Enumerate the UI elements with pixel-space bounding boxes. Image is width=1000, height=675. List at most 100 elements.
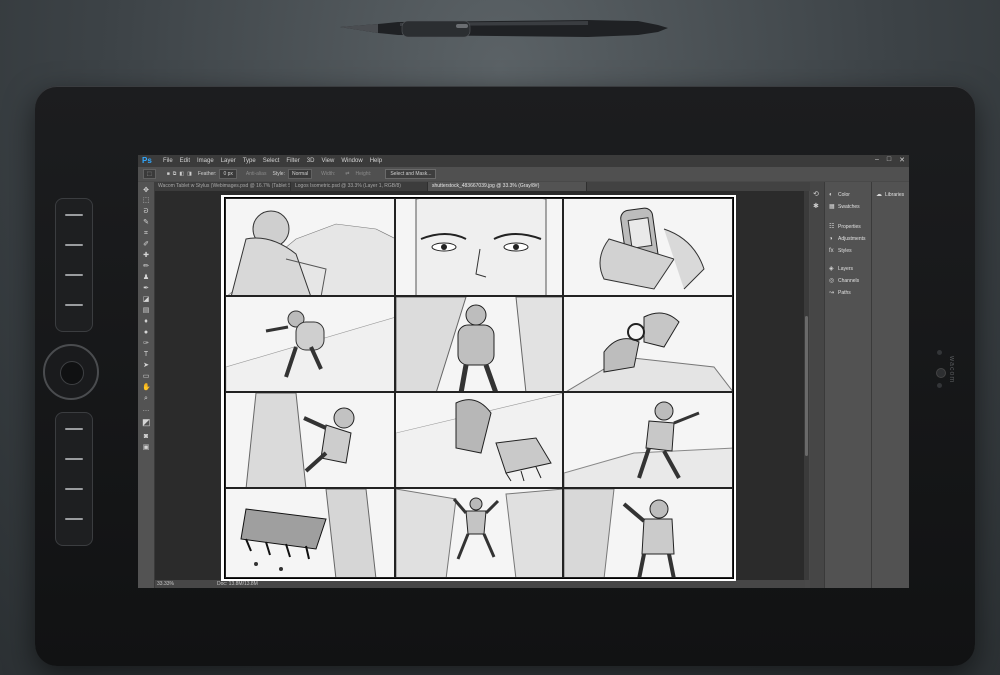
zoom-tool-icon[interactable]: ⌕ — [142, 395, 150, 402]
vertical-scrollbar[interactable] — [804, 191, 809, 580]
styles-icon: fx — [829, 247, 834, 254]
brand-label: wacom — [948, 356, 955, 384]
history-brush-tool-icon[interactable]: ✒ — [142, 285, 150, 292]
document-tabs: Wacom Tablet w Stylus (Webimages.psd @ 1… — [154, 182, 822, 191]
close-icon[interactable]: ✕ — [899, 156, 905, 164]
path-select-tool-icon[interactable]: ➤ — [142, 362, 150, 369]
select-and-mask-button[interactable]: Select and Mask... — [385, 169, 437, 179]
screen-mode-icon[interactable]: ▣ — [142, 444, 150, 451]
storyboard-panel — [395, 296, 563, 392]
eraser-tool-icon[interactable]: ◪ — [142, 296, 150, 303]
panel-channels[interactable]: ◎ Channels — [829, 278, 859, 285]
tab-document-2[interactable]: Logos Isometric.psd @ 33.3% (Layer 1, RG… — [291, 182, 428, 191]
options-bar: ⬚ ■ ⧉ ◧ ◨ Feather: 0 px Anti-alias Style… — [138, 167, 909, 181]
quick-mask-icon[interactable]: ◙ — [142, 433, 150, 440]
scrollbar-thumb[interactable] — [805, 316, 808, 456]
menu-window[interactable]: Window — [341, 158, 362, 164]
menu-edit[interactable]: Edit — [180, 158, 190, 164]
storyboard-panel — [563, 488, 733, 578]
storyboard-panel — [563, 296, 733, 392]
subtract-selection-icon[interactable]: ◧ — [179, 171, 184, 177]
feather-input[interactable]: 0 px — [219, 169, 237, 179]
storyboard-panel — [225, 392, 395, 488]
menu-3d[interactable]: 3D — [307, 158, 315, 164]
move-tool-icon[interactable]: ✥ — [142, 187, 150, 194]
intersect-selection-icon[interactable]: ◨ — [187, 171, 192, 177]
panel-dock-icons: ⟲ ✱ — [810, 182, 824, 588]
tool-preset-icon[interactable]: ⬚ — [143, 169, 156, 179]
panel-properties[interactable]: ☷ Properties — [829, 223, 861, 231]
height-label: Height: — [355, 171, 372, 177]
panel-group-right: ◐ Color ▦ Swatches ☷ Properties ◑ Adjustment… — [824, 182, 871, 588]
storyboard-panel — [395, 198, 563, 296]
antialias-checkbox[interactable]: Anti-alias — [246, 171, 267, 177]
gradient-tool-icon[interactable]: ▤ — [142, 307, 150, 314]
adjustments-icon: ◑ — [829, 235, 833, 242]
menu-bar: Ps File Edit Image Layer Type Select Fil… — [138, 155, 909, 167]
menu-help[interactable]: Help — [370, 158, 382, 164]
shape-tool-icon[interactable]: ▭ — [142, 373, 150, 380]
lasso-tool-icon[interactable]: ᘐ — [142, 208, 150, 215]
crop-tool-icon[interactable]: ⌗ — [142, 230, 150, 237]
panel-color[interactable]: ◐ Color — [829, 191, 850, 199]
brush-tool-icon[interactable]: ✏ — [142, 263, 150, 270]
indicator-dot — [937, 350, 942, 355]
storyboard-panel — [563, 198, 733, 296]
storyboard-panel — [563, 392, 733, 488]
menu-select[interactable]: Select — [263, 158, 280, 164]
zoom-level[interactable]: 33.33% — [157, 581, 213, 587]
color-swatches-icon[interactable]: ◩ — [142, 418, 151, 427]
history-icon[interactable]: ⟲ — [813, 190, 819, 198]
panel-paths[interactable]: ↝ Paths — [829, 289, 851, 297]
more-tools-icon[interactable]: … — [142, 406, 150, 413]
feather-label: Feather: — [197, 171, 217, 177]
swap-icon[interactable]: ⇄ — [345, 171, 349, 177]
clone-stamp-tool-icon[interactable]: ♟ — [142, 274, 150, 281]
panel-group-libraries: ☁ Libraries — [871, 182, 909, 588]
minimize-icon[interactable]: – — [875, 156, 879, 164]
storyboard-panel — [395, 488, 563, 578]
blur-tool-icon[interactable]: ♦ — [142, 318, 150, 325]
marquee-tool-icon[interactable]: ⬚ — [142, 197, 150, 204]
express-keys-top[interactable] — [55, 198, 93, 332]
tools-panel: ✥ ⬚ ᘐ ✎ ⌗ ✐ ✚ ✏ ♟ ✒ ◪ ▤ ♦ ● ✑ T ➤ ▭ ✋ ⌕ … — [138, 182, 155, 588]
eyedropper-tool-icon[interactable]: ✐ — [142, 241, 150, 248]
properties-icon: ☷ — [829, 223, 835, 230]
maximize-icon[interactable]: □ — [887, 156, 891, 164]
panel-styles[interactable]: fx Styles — [829, 247, 852, 255]
panel-swatches[interactable]: ▦ Swatches — [829, 204, 860, 211]
paths-icon: ↝ — [829, 289, 835, 296]
style-label: Style: — [272, 171, 285, 177]
storyboard-panel — [225, 198, 395, 296]
storyboard-panel — [225, 296, 395, 392]
menu-layer[interactable]: Layer — [221, 158, 236, 164]
stylus-pen — [340, 20, 668, 38]
quick-select-tool-icon[interactable]: ✎ — [142, 219, 150, 226]
tab-document-1[interactable]: Wacom Tablet w Stylus (Webimages.psd @ 1… — [154, 182, 291, 191]
hand-tool-icon[interactable]: ✋ — [142, 384, 151, 391]
color-icon: ◐ — [829, 191, 833, 198]
camera-icon — [936, 368, 946, 378]
touch-ring[interactable] — [43, 344, 99, 400]
menu-view[interactable]: View — [321, 158, 334, 164]
tools-preset-icon[interactable]: ✱ — [813, 202, 819, 210]
dodge-tool-icon[interactable]: ● — [142, 329, 150, 336]
indicator-dot — [937, 383, 942, 388]
express-keys-bottom[interactable] — [55, 412, 93, 546]
new-selection-icon[interactable]: ■ — [167, 171, 170, 177]
menu-filter[interactable]: Filter — [286, 158, 299, 164]
document-canvas[interactable] — [221, 195, 736, 581]
panel-libraries[interactable]: ☁ Libraries — [876, 192, 904, 199]
menu-image[interactable]: Image — [197, 158, 214, 164]
healing-tool-icon[interactable]: ✚ — [142, 252, 150, 259]
panel-adjustments[interactable]: ◑ Adjustments — [829, 235, 866, 243]
menu-type[interactable]: Type — [243, 158, 256, 164]
type-tool-icon[interactable]: T — [142, 351, 150, 358]
panel-layers[interactable]: ◈ Layers — [829, 266, 853, 273]
menu-file[interactable]: File — [163, 158, 173, 164]
tab-document-3[interactable]: shutterstock_483667039.jpg @ 33.3% (Gray… — [428, 182, 587, 191]
pen-tool-icon[interactable]: ✑ — [142, 340, 150, 347]
add-selection-icon[interactable]: ⧉ — [173, 171, 177, 177]
style-select[interactable]: Normal — [287, 169, 313, 179]
touch-ring-center-button[interactable] — [60, 361, 84, 385]
